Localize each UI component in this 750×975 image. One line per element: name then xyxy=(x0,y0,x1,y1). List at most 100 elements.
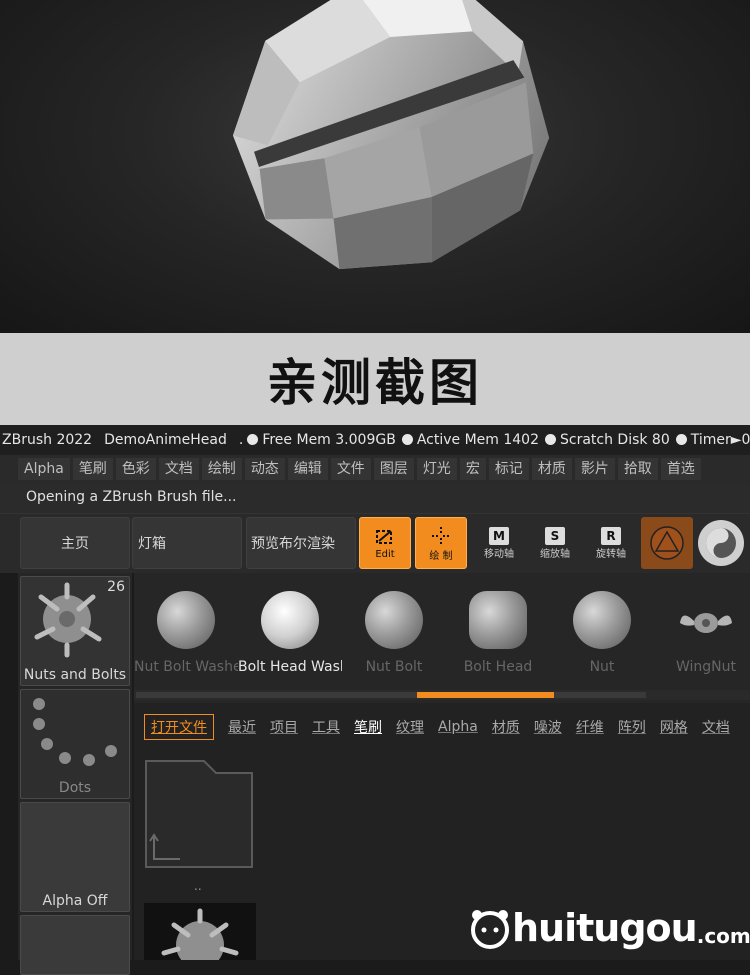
left-tray: 26 Nuts and Bolts Dots Alpha Off xyxy=(18,573,132,975)
tab-grid[interactable]: 网格 xyxy=(660,717,688,737)
brush-strip: Nut Bolt Washer Bolt Head Wash Nut Bolt … xyxy=(134,573,750,703)
wingnut-icon xyxy=(680,613,732,633)
parent-folder[interactable] xyxy=(144,759,254,869)
stroke-thumbnail-dots[interactable]: Dots xyxy=(20,689,130,799)
draw-icon xyxy=(432,526,450,545)
brush-item[interactable]: WingNut xyxy=(654,583,750,693)
menu-color[interactable]: 色彩 xyxy=(115,458,156,480)
watermark-brand: huitugou xyxy=(512,906,698,950)
brush-item-label: Bolt Head Wash xyxy=(238,659,342,675)
bpr-button[interactable]: 预览布尔渲染 xyxy=(246,517,356,569)
title-bar: ZBrush 2022 DemoAnimeHead . Free Mem 3.0… xyxy=(0,425,750,455)
lightbox-button[interactable]: 灯箱 xyxy=(132,517,242,569)
tab-project[interactable]: 项目 xyxy=(270,717,298,737)
menu-file[interactable]: 文件 xyxy=(330,458,371,480)
scratch-disk-text: Scratch Disk 80 xyxy=(559,432,670,448)
brush-item-label: Nut Bolt xyxy=(365,659,423,675)
tab-material[interactable]: 材质 xyxy=(492,717,520,737)
yin-yang-icon xyxy=(706,528,736,558)
material-sphere-button[interactable] xyxy=(641,517,693,569)
menu-dynamics[interactable]: 动态 xyxy=(244,458,285,480)
texture-thumbnail[interactable] xyxy=(20,915,130,975)
menu-light[interactable]: 灯光 xyxy=(416,458,457,480)
move-icon: M xyxy=(489,526,509,545)
dots-stroke-icon xyxy=(33,698,117,766)
status-dot-icon xyxy=(675,434,687,445)
brush-item-label: Nut Bolt Washer xyxy=(134,659,238,675)
active-mem: Active Mem 1402 xyxy=(401,432,539,448)
nuts-bolts-thumbnail-icon xyxy=(161,908,239,960)
scale-icon: S xyxy=(545,526,565,545)
brush-strip-scrollbar[interactable] xyxy=(134,690,750,700)
edit-label: Edit xyxy=(375,548,395,560)
caption-banner: 亲测截图 xyxy=(0,333,750,425)
brush-item-label: Bolt Head xyxy=(463,659,533,675)
nut-bolt-icon xyxy=(365,591,423,649)
menu-layer[interactable]: 图层 xyxy=(373,458,414,480)
parent-folder-label: .. xyxy=(194,879,202,893)
home-button[interactable]: 主页 xyxy=(20,517,130,569)
scrollbar-track xyxy=(136,692,646,698)
brush-item[interactable]: Bolt Head xyxy=(446,583,550,693)
move-button[interactable]: M 移动轴 xyxy=(476,520,522,566)
menu-document[interactable]: 文档 xyxy=(158,458,199,480)
status-message: Opening a ZBrush Brush file... xyxy=(0,483,750,513)
scrollbar-thumb[interactable] xyxy=(416,692,555,698)
folder-icon xyxy=(145,760,253,868)
nuts-bolts-label: Nuts and Bolts xyxy=(23,667,127,683)
brush-file-thumbnail[interactable] xyxy=(144,903,256,960)
menu-alpha[interactable]: Alpha xyxy=(18,458,70,480)
edit-icon xyxy=(376,529,392,544)
lightbox-tabs: 打开文件 最近 项目 工具 笔刷 纹理 Alpha 材质 噪波 纤维 阵列 网格… xyxy=(144,713,744,741)
brush-item[interactable]: Nut xyxy=(550,583,654,693)
menu-macro[interactable]: 宏 xyxy=(459,458,486,480)
brush-item-label: Nut xyxy=(589,659,615,675)
alpha-thumbnail-off[interactable]: Alpha Off xyxy=(20,802,130,912)
dots-label: Dots xyxy=(58,780,92,796)
color-swatch-button[interactable] xyxy=(698,520,744,566)
tab-fibers[interactable]: 纤维 xyxy=(576,717,604,737)
brush-item[interactable]: Bolt Head Wash xyxy=(238,583,342,693)
menu-brush[interactable]: 笔刷 xyxy=(72,458,113,480)
menu-edit[interactable]: 编辑 xyxy=(287,458,328,480)
menu-draw[interactable]: 绘制 xyxy=(201,458,242,480)
top-shelf: 主页 灯箱 预览布尔渲染 Edit 绘 制 M 移动轴 S 缩放轴 R 旋转轴 xyxy=(0,513,750,573)
edit-button[interactable]: Edit xyxy=(359,517,411,569)
scale-label: 缩放轴 xyxy=(540,548,570,560)
tab-brush[interactable]: 笔刷 xyxy=(354,717,382,737)
draw-label: 绘 制 xyxy=(429,550,453,562)
rotate-button[interactable]: R 旋转轴 xyxy=(588,520,634,566)
tab-noise[interactable]: 噪波 xyxy=(534,717,562,737)
hero-render xyxy=(0,0,750,333)
tab-alpha[interactable]: Alpha xyxy=(438,719,478,735)
tab-array[interactable]: 阵列 xyxy=(618,717,646,737)
tab-document[interactable]: 文档 xyxy=(702,717,730,737)
menu-material[interactable]: 材质 xyxy=(531,458,572,480)
watermark-domain: .com xyxy=(696,924,750,948)
bolt-head-washer-icon xyxy=(261,591,319,649)
free-mem: Free Mem 3.009GB xyxy=(247,432,396,448)
brush-thumbnail-nuts-and-bolts[interactable]: 26 Nuts and Bolts xyxy=(20,576,130,686)
tab-open-file[interactable]: 打开文件 xyxy=(144,714,214,740)
menu-movie[interactable]: 影片 xyxy=(574,458,615,480)
watermark-logo: huitugou .com xyxy=(468,898,750,958)
tab-tool[interactable]: 工具 xyxy=(312,717,340,737)
timer-text: Timer►0.0 xyxy=(690,432,750,448)
brush-item[interactable]: Nut Bolt Washer xyxy=(134,583,238,693)
menu-preferences[interactable]: 首选 xyxy=(660,458,701,480)
tab-recent[interactable]: 最近 xyxy=(228,717,256,737)
brush-item-label: WingNut xyxy=(675,659,737,675)
draw-button[interactable]: 绘 制 xyxy=(415,517,467,569)
tab-texture[interactable]: 纹理 xyxy=(396,717,424,737)
menu-marker[interactable]: 标记 xyxy=(488,458,529,480)
bear-logo-icon xyxy=(471,910,509,949)
menu-picker[interactable]: 拾取 xyxy=(617,458,658,480)
scratch-disk: Scratch Disk 80 xyxy=(544,432,670,448)
brush-count: 26 xyxy=(107,579,125,595)
menu-bar: Alpha 笔刷 色彩 文档 绘制 动态 编辑 文件 图层 灯光 宏 标记 材质… xyxy=(0,455,750,483)
nut-icon xyxy=(573,591,631,649)
scale-button[interactable]: S 缩放轴 xyxy=(532,520,578,566)
brush-item[interactable]: Nut Bolt xyxy=(342,583,446,693)
active-mem-text: Active Mem 1402 xyxy=(416,432,539,448)
app-name: ZBrush 2022 xyxy=(2,432,93,448)
